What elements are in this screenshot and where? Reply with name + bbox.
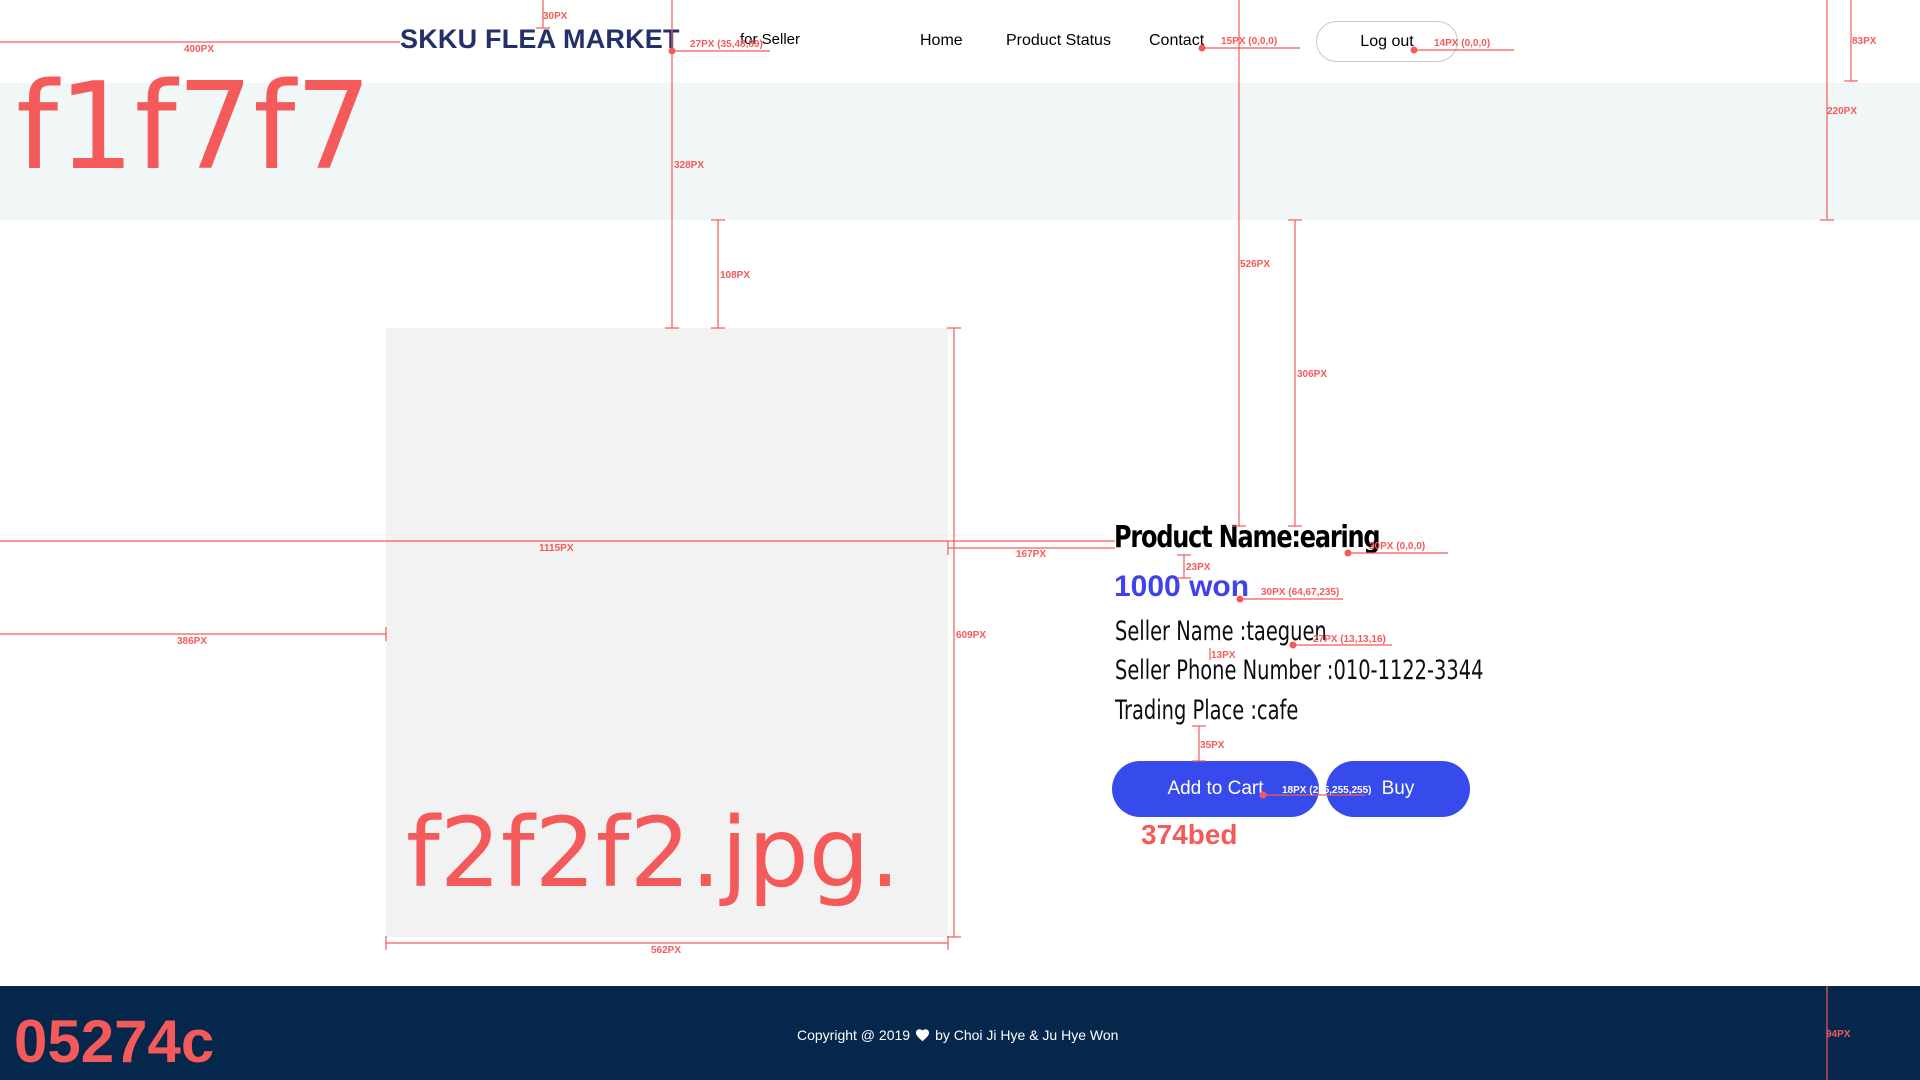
- annotation-35px: 35PX: [1200, 740, 1225, 751]
- site-logo[interactable]: SKKU FLEA MARKET: [400, 24, 680, 55]
- annotation-306px: 306PX: [1297, 369, 1328, 380]
- annotation-328px: 328PX: [674, 160, 705, 171]
- annotation-23px: 23PX: [1186, 562, 1211, 573]
- annotation-30px-name: 30PX (0,0,0): [1369, 541, 1426, 552]
- annotation-27px-logo: 27PX (35,48,89): [690, 39, 763, 50]
- copyright-suffix: by Choi Ji Hye & Ju Hye Won: [935, 1027, 1119, 1043]
- product-name: Product Name:earing: [1114, 520, 1381, 555]
- annotation-220px: 220PX: [1827, 106, 1858, 117]
- nav-product-status[interactable]: Product Status: [1006, 32, 1111, 50]
- annotation-609px: 609PX: [956, 630, 987, 641]
- copyright-text: Copyright @ 2019 by Choi Ji Hye & Ju Hye…: [797, 1027, 1118, 1043]
- annotation-18px: 18PX (255,255,255): [1282, 785, 1372, 796]
- seller-name: Seller Name :taeguen: [1115, 616, 1327, 647]
- button-color-label: 374bed: [1141, 819, 1238, 850]
- annotation-386px: 386PX: [177, 636, 208, 647]
- annotation-108px: 108PX: [720, 270, 751, 281]
- footer-color-label: 05274c: [14, 1008, 215, 1075]
- annotation-30px: 30PX: [543, 11, 568, 22]
- nav-contact[interactable]: Contact: [1149, 32, 1204, 50]
- annotation-562px: 562PX: [651, 945, 682, 956]
- annotation-526px: 526PX: [1240, 259, 1271, 270]
- heart-icon: [915, 1028, 930, 1042]
- annotation-1115px: 1115PX: [539, 543, 574, 554]
- trading-place: Trading Place :cafe: [1115, 695, 1299, 726]
- banner-color-label: f1f7f7: [16, 58, 372, 197]
- annotation-30px-price: 30PX (64,67,235): [1261, 587, 1340, 598]
- annotation-13px: 13PX: [1211, 650, 1236, 661]
- image-color-label: f2f2f2.jpg.: [406, 797, 901, 909]
- product-price: 1000 won: [1114, 570, 1250, 603]
- seller-phone: Seller Phone Number :010-1122-3344: [1115, 655, 1484, 686]
- nav-home[interactable]: Home: [920, 32, 963, 50]
- copyright-prefix: Copyright @ 2019: [797, 1027, 911, 1043]
- annotation-94px: 94PX: [1826, 1029, 1851, 1040]
- annotation-27px-info: 27PX (13,13,16): [1313, 634, 1386, 645]
- annotation-83px: 83PX: [1852, 36, 1877, 47]
- annotation-14px: 14PX (0,0,0): [1434, 38, 1491, 49]
- annotation-400px: 400PX: [184, 44, 215, 55]
- annotation-167px: 167PX: [1016, 549, 1047, 560]
- annotation-15px: 15PX (0,0,0): [1221, 36, 1278, 47]
